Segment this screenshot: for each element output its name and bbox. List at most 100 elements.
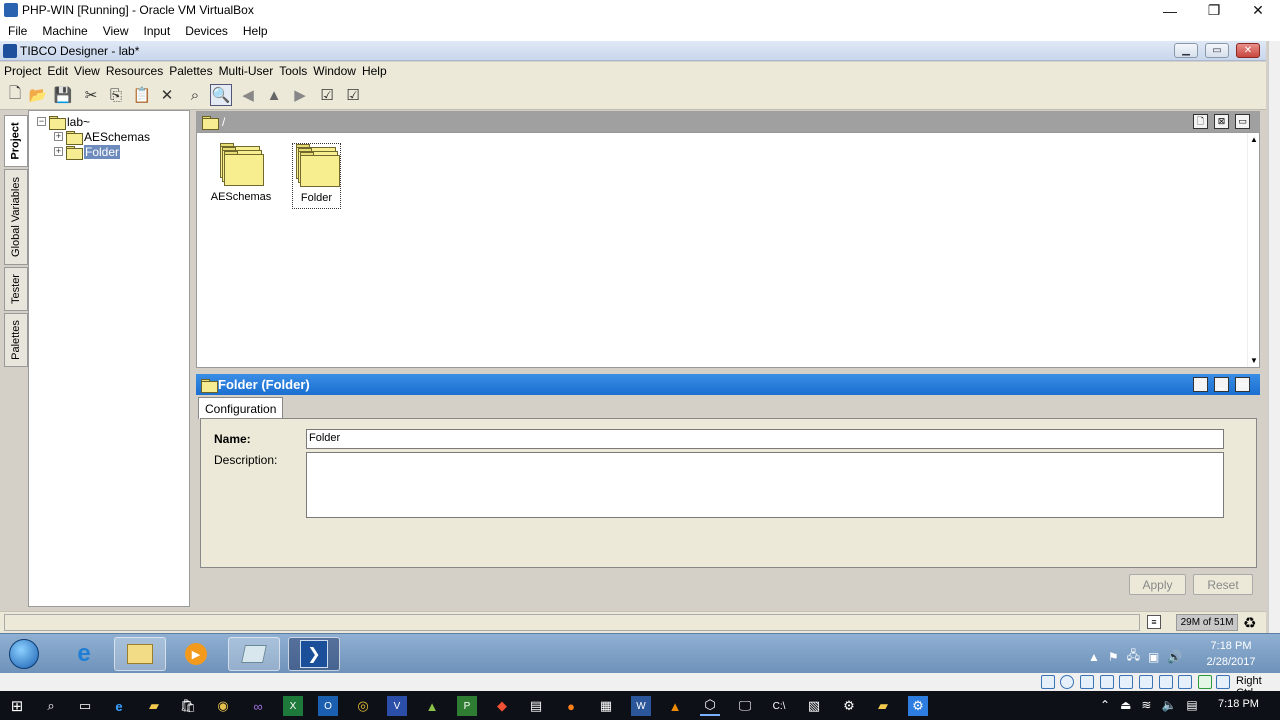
explorer-icon[interactable]: ▰ [144,696,164,716]
log-icon[interactable]: ≡ [1147,615,1161,629]
internet-explorer-icon[interactable]: e [58,637,110,671]
file-explorer-icon[interactable] [114,637,166,671]
notepad-icon[interactable]: ▦ [596,696,616,716]
detach-icon[interactable]: 🗋 [1193,377,1208,392]
tab-configuration[interactable]: Configuration [198,397,284,419]
chrome-icon[interactable]: ◎ [353,696,373,716]
excel-icon[interactable]: X [283,696,303,716]
detach-icon[interactable]: 🗋 [1193,114,1208,129]
mouse-integration-icon[interactable] [1216,675,1230,689]
menu-help[interactable]: Help [362,64,387,78]
recording-status-icon[interactable] [1178,675,1192,689]
design-item-folder[interactable]: Folder [292,143,341,209]
menu-edit[interactable]: Edit [47,64,68,78]
copy-icon[interactable]: ⎘ [105,84,127,106]
menu-window[interactable]: Window [313,64,356,78]
visual-studio-icon[interactable]: ∞ [248,696,268,716]
hdd-status-icon[interactable] [1041,675,1055,689]
outlook-icon[interactable]: O [318,696,338,716]
task-view-icon[interactable]: ▭ [75,696,95,716]
collapse-icon[interactable]: − [37,117,46,126]
tab-global-variables[interactable]: Global Variables [4,169,28,265]
name-field[interactable]: Folder [306,429,1224,449]
tibco-maximize-button[interactable]: ▭ [1205,43,1229,58]
validate-icon[interactable]: ☑ [316,84,338,106]
audio-status-icon[interactable] [1080,675,1094,689]
vbox-restore-button[interactable]: ❐ [1192,0,1236,21]
vbox-menu-file[interactable]: File [8,24,27,38]
optical-status-icon[interactable] [1060,675,1074,689]
search-icon[interactable]: ⌕ [41,696,61,716]
gear-app-icon[interactable]: ⚙ [908,696,928,716]
description-field[interactable] [306,452,1224,518]
usb-status-icon[interactable] [1119,675,1133,689]
menu-view[interactable]: View [74,64,100,78]
android-icon[interactable]: ▲ [422,696,442,716]
media-player-icon[interactable]: ▶ [170,637,222,671]
tree-node-aeschemas[interactable]: + AESchemas [54,129,150,145]
tray-flag-icon[interactable]: ⚑ [1108,650,1119,664]
usb-tray-icon[interactable]: ⏏ [1120,698,1131,712]
notifications-icon[interactable]: ▤ [1186,698,1197,712]
design-scrollbar[interactable]: ▲ ▼ [1247,133,1259,367]
store-icon[interactable]: 🛍 [178,696,198,716]
wifi-icon[interactable]: ≋ [1141,698,1151,712]
vbox-minimize-button[interactable]: — [1148,0,1192,21]
shared-folders-status-icon[interactable] [1139,675,1153,689]
tree-node-folder[interactable]: + Folder [54,144,121,160]
find-icon[interactable]: ⌕ [184,84,206,106]
tibco-admin-icon[interactable] [228,637,280,671]
settings-icon[interactable]: ⚙ [839,696,859,716]
maximize-icon[interactable]: ▭ [1235,114,1250,129]
windows-start-icon[interactable]: ⊞ [7,696,27,716]
network-status-icon[interactable] [1100,675,1114,689]
paste-icon[interactable]: 📋 [131,84,153,106]
cmd-icon[interactable]: C:\ [769,696,789,716]
vbox-menu-devices[interactable]: Devices [185,24,228,38]
expand-icon[interactable]: + [54,147,63,156]
git-icon[interactable]: ◆ [492,696,512,716]
tibco-minimize-button[interactable]: ▁ [1174,43,1198,58]
tray-show-hidden-icon[interactable]: ▲ [1088,650,1100,664]
vbox-menu-input[interactable]: Input [144,24,171,38]
garbage-collect-icon[interactable]: ♻ [1243,614,1256,632]
visio-icon[interactable]: V [387,696,407,716]
open-icon[interactable]: 📂 [27,84,49,106]
start-orb-icon[interactable] [2,637,46,671]
tray-network-icon[interactable]: 🖧 [1127,646,1140,667]
paint-icon[interactable]: ▧ [804,696,824,716]
expand-icon[interactable]: + [54,132,63,141]
firefox-icon[interactable]: ● [561,696,581,716]
virtualbox-taskbar-icon[interactable]: ⬡ [700,696,720,716]
vbox-close-button[interactable]: ✕ [1236,0,1280,21]
delete-icon[interactable]: ✕ [156,84,178,106]
up-icon[interactable]: ▲ [263,84,285,106]
display-status-icon[interactable] [1159,675,1173,689]
tibco-close-button[interactable]: ✕ [1236,43,1260,58]
apply-button[interactable]: Apply [1129,574,1186,595]
vbox-menu-machine[interactable]: Machine [42,24,87,38]
save-icon[interactable]: 💾 [52,84,74,106]
back-icon[interactable]: ◀ [237,84,259,106]
host-clock[interactable]: 7:18 PM [1218,698,1259,710]
maximize-icon[interactable]: ▭ [1235,377,1250,392]
new-project-icon[interactable]: 🗋 [4,84,26,106]
cut-icon[interactable]: ✂ [80,84,102,106]
vbox-menu-view[interactable]: View [103,24,129,38]
app-icon[interactable]: ◉ [213,696,233,716]
menu-multi-user[interactable]: Multi-User [219,64,274,78]
folders-icon[interactable]: ▰ [873,696,893,716]
vbox-menu-help[interactable]: Help [243,24,268,38]
menu-tools[interactable]: Tools [279,64,307,78]
tree-node-root[interactable]: − lab~ [37,114,90,130]
tab-project[interactable]: Project [4,115,28,167]
volume-icon[interactable]: 🔈 [1161,698,1176,712]
tibco-designer-taskbar-icon[interactable]: ❯ [288,637,340,671]
show-hidden-icons-icon[interactable]: ⌃ [1100,698,1110,712]
design-item-aeschemas[interactable]: AESchemas [211,143,271,209]
reset-button[interactable]: Reset [1193,574,1253,595]
tray-volume-icon[interactable]: 🔊 [1167,650,1182,664]
tab-tester[interactable]: Tester [4,267,28,311]
zoom-icon[interactable]: 🔍 [210,84,232,106]
tab-palettes[interactable]: Palettes [4,313,28,367]
